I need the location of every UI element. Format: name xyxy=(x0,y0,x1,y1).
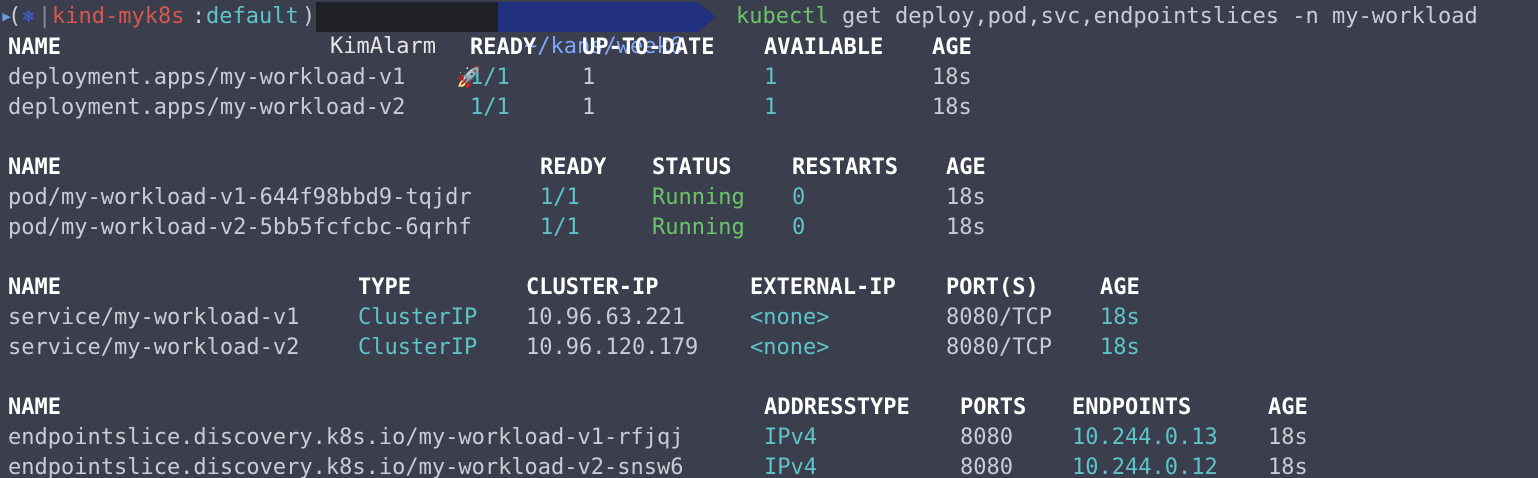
kubernetes-icon: ⎈ xyxy=(22,4,36,29)
addresstype-value: IPv4 xyxy=(764,425,817,450)
column-header: UP-TO-DATE xyxy=(582,35,715,60)
pods-header: NAME READY STATUS RESTARTS AGE xyxy=(8,153,1108,183)
column-header: ADDRESSTYPE xyxy=(764,395,910,420)
status-value: Running xyxy=(652,215,745,240)
up-to-date-value: 1 xyxy=(582,95,596,120)
prompt-open-paren: ( xyxy=(8,4,22,29)
endpoints-value: 10.244.0.12 xyxy=(1072,455,1218,478)
age-value: 18s xyxy=(932,65,972,90)
column-header: AGE xyxy=(1268,395,1308,420)
ready-value: 1/1 xyxy=(540,185,580,210)
age-value: 18s xyxy=(946,185,986,210)
prompt-separator: | xyxy=(38,4,52,29)
ports-value: 8080/TCP xyxy=(946,305,1052,330)
endpointslices-header: NAME ADDRESSTYPE PORTS ENDPOINTS AGE xyxy=(8,393,1408,423)
resource-name: endpointslice.discovery.k8s.io/my-worklo… xyxy=(8,425,684,450)
kube-context: kind-myk8s xyxy=(52,4,185,29)
prompt-colon: : xyxy=(192,4,206,29)
command-args: get deploy,pod,svc,endpointslices -n my-… xyxy=(828,4,1478,29)
up-to-date-value: 1 xyxy=(582,65,596,90)
ready-value: 1/1 xyxy=(470,65,510,90)
services-header: NAME TYPE CLUSTER-IP EXTERNAL-IP PORT(S)… xyxy=(8,273,1208,303)
cluster-ip-value: 10.96.63.221 xyxy=(526,305,685,330)
column-header: AVAILABLE xyxy=(764,35,884,60)
table-row: endpointslice.discovery.k8s.io/my-worklo… xyxy=(8,423,1408,453)
table-row: endpointslice.discovery.k8s.io/my-worklo… xyxy=(8,453,1408,478)
column-header: CLUSTER-IP xyxy=(526,275,659,300)
column-header: AGE xyxy=(932,35,972,60)
ports-value: 8080/TCP xyxy=(946,335,1052,360)
column-header: PORT(S) xyxy=(946,275,1039,300)
restarts-value: 0 xyxy=(792,185,806,210)
column-header: NAME xyxy=(8,155,61,180)
available-value: 1 xyxy=(764,95,778,120)
ports-value: 8080 xyxy=(960,455,1013,478)
resource-name: endpointslice.discovery.k8s.io/my-worklo… xyxy=(8,455,684,478)
prompt-user-segment: KimAlarm 🚀 xyxy=(316,2,498,89)
column-header: EXTERNAL-IP xyxy=(750,275,896,300)
type-value: ClusterIP xyxy=(358,305,478,330)
endpoints-value: 10.244.0.13 xyxy=(1072,425,1218,450)
cluster-ip-value: 10.96.120.179 xyxy=(526,335,699,360)
column-header: READY xyxy=(470,35,537,60)
resource-name: deployment.apps/my-workload-v1 xyxy=(8,65,406,90)
deployments-header: NAME READY UP-TO-DATE AVAILABLE AGE xyxy=(8,33,1108,63)
age-value: 18s xyxy=(946,215,986,240)
resource-name: pod/my-workload-v1-644f98bbd9-tqjdr xyxy=(8,185,472,210)
age-value: 18s xyxy=(932,95,972,120)
table-row: pod/my-workload-v2-5bb5fcfcbc-6qrhf 1/1 … xyxy=(8,213,1108,243)
column-header: READY xyxy=(540,155,607,180)
age-value: 18s xyxy=(1268,425,1308,450)
age-value: 18s xyxy=(1100,305,1140,330)
column-header: RESTARTS xyxy=(792,155,898,180)
column-header: AGE xyxy=(1100,275,1140,300)
column-header: TYPE xyxy=(358,275,411,300)
prompt-path-tip xyxy=(698,2,716,32)
command-name: kubectl xyxy=(736,4,829,29)
column-header: NAME xyxy=(8,35,61,60)
column-header: PORTS xyxy=(960,395,1027,420)
resource-name: service/my-workload-v1 xyxy=(8,305,300,330)
prompt-close-paren: ) xyxy=(302,4,316,29)
column-header: ENDPOINTS xyxy=(1072,395,1192,420)
resource-name: service/my-workload-v2 xyxy=(8,335,300,360)
external-ip-value: <none> xyxy=(750,305,830,330)
restarts-value: 0 xyxy=(792,215,806,240)
kube-namespace: default xyxy=(206,4,299,29)
ready-value: 1/1 xyxy=(470,95,510,120)
column-header: STATUS xyxy=(652,155,732,180)
age-value: 18s xyxy=(1268,455,1308,478)
table-row: service/my-workload-v1 ClusterIP 10.96.6… xyxy=(8,303,1208,333)
external-ip-value: <none> xyxy=(750,335,830,360)
command-line: kubectl get deploy,pod,svc,endpointslice… xyxy=(736,2,1478,32)
resource-name: deployment.apps/my-workload-v2 xyxy=(8,95,406,120)
table-row: deployment.apps/my-workload-v2 1/1 1 1 1… xyxy=(8,93,1108,123)
resource-name: pod/my-workload-v2-5bb5fcfcbc-6qrhf xyxy=(8,215,472,240)
shell-prompt: ▸ ( ⎈ | kind-myk8s : default ) KimAlarm … xyxy=(0,2,1538,89)
prompt-path-segment: ~/kans/week6 xyxy=(498,2,698,59)
type-value: ClusterIP xyxy=(358,335,478,360)
column-header: NAME xyxy=(8,395,61,420)
table-row: pod/my-workload-v1-644f98bbd9-tqjdr 1/1 … xyxy=(8,183,1108,213)
column-header: NAME xyxy=(8,275,61,300)
ports-value: 8080 xyxy=(960,425,1013,450)
ready-value: 1/1 xyxy=(540,215,580,240)
terminal-window[interactable]: ▸ ( ⎈ | kind-myk8s : default ) KimAlarm … xyxy=(0,0,1538,478)
column-header: AGE xyxy=(946,155,986,180)
table-row: deployment.apps/my-workload-v1 1/1 1 1 1… xyxy=(8,63,1108,93)
available-value: 1 xyxy=(764,65,778,90)
table-row: service/my-workload-v2 ClusterIP 10.96.1… xyxy=(8,333,1208,363)
addresstype-value: IPv4 xyxy=(764,455,817,478)
age-value: 18s xyxy=(1100,335,1140,360)
status-value: Running xyxy=(652,185,745,210)
